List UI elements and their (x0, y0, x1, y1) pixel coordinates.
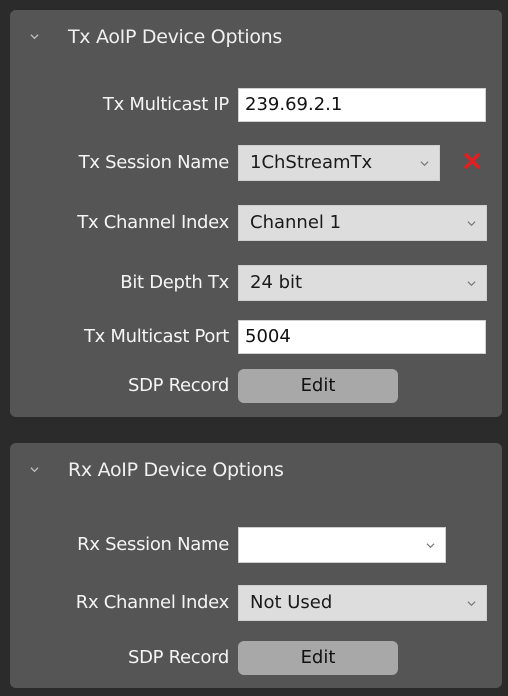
tx-multicast-port-input[interactable]: 5004 (238, 320, 486, 354)
chevron-down-icon (420, 161, 429, 167)
tx-session-name-dropdown[interactable]: 1ChStreamTx (238, 145, 440, 181)
rx-sdp-edit-button[interactable]: Edit (238, 641, 398, 675)
tx-multicast-ip-label: Tx Multicast IP (102, 94, 229, 115)
chevron-down-icon[interactable] (30, 32, 39, 41)
rx-sdp-record-label: SDP Record (127, 647, 229, 668)
tx-panel-title: Tx AoIP Device Options (68, 26, 283, 48)
tx-aoip-panel: Tx AoIP Device Options Tx Multicast IP 2… (10, 10, 502, 417)
close-icon[interactable] (462, 151, 482, 171)
rx-panel-header[interactable]: Rx AoIP Device Options (10, 443, 502, 495)
chevron-down-icon[interactable] (30, 465, 39, 474)
tx-channel-index-label: Tx Channel Index (77, 212, 229, 233)
bit-depth-tx-dropdown[interactable]: 24 bit (238, 265, 487, 301)
chevron-down-icon (467, 221, 476, 227)
rx-channel-index-value: Not Used (250, 592, 333, 613)
rx-session-name-row: Rx Session Name (10, 525, 502, 565)
tx-channel-index-dropdown[interactable]: Channel 1 (238, 205, 487, 241)
rx-aoip-panel: Rx AoIP Device Options Rx Session Name R… (10, 443, 502, 688)
tx-multicast-ip-row: Tx Multicast IP 239.69.2.1 (10, 85, 502, 125)
tx-sdp-record-row: SDP Record Edit (10, 366, 502, 406)
bit-depth-tx-value: 24 bit (250, 272, 303, 293)
tx-session-name-label: Tx Session Name (78, 152, 230, 173)
tx-panel-header[interactable]: Tx AoIP Device Options (10, 10, 502, 62)
chevron-down-icon (467, 281, 476, 287)
chevron-down-icon (467, 601, 476, 607)
tx-channel-index-value: Channel 1 (250, 212, 342, 233)
tx-multicast-ip-input[interactable]: 239.69.2.1 (238, 88, 486, 122)
bit-depth-tx-label: Bit Depth Tx (120, 272, 229, 293)
tx-multicast-port-row: Tx Multicast Port 5004 (10, 317, 502, 357)
bit-depth-tx-row: Bit Depth Tx 24 bit (10, 263, 502, 303)
rx-channel-index-row: Rx Channel Index Not Used (10, 583, 502, 623)
rx-session-name-label: Rx Session Name (77, 534, 229, 555)
tx-session-name-value: 1ChStreamTx (250, 152, 373, 173)
rx-sdp-record-row: SDP Record Edit (10, 638, 502, 678)
tx-multicast-port-label: Tx Multicast Port (83, 326, 229, 347)
tx-sdp-edit-button[interactable]: Edit (238, 369, 398, 403)
tx-session-name-row: Tx Session Name 1ChStreamTx (10, 143, 502, 183)
tx-channel-index-row: Tx Channel Index Channel 1 (10, 203, 502, 243)
rx-channel-index-dropdown[interactable]: Not Used (238, 585, 487, 621)
chevron-down-icon (426, 543, 435, 549)
rx-session-name-dropdown[interactable] (238, 527, 446, 563)
tx-sdp-record-label: SDP Record (127, 375, 229, 396)
rx-panel-title: Rx AoIP Device Options (68, 459, 284, 481)
rx-channel-index-label: Rx Channel Index (75, 592, 230, 613)
